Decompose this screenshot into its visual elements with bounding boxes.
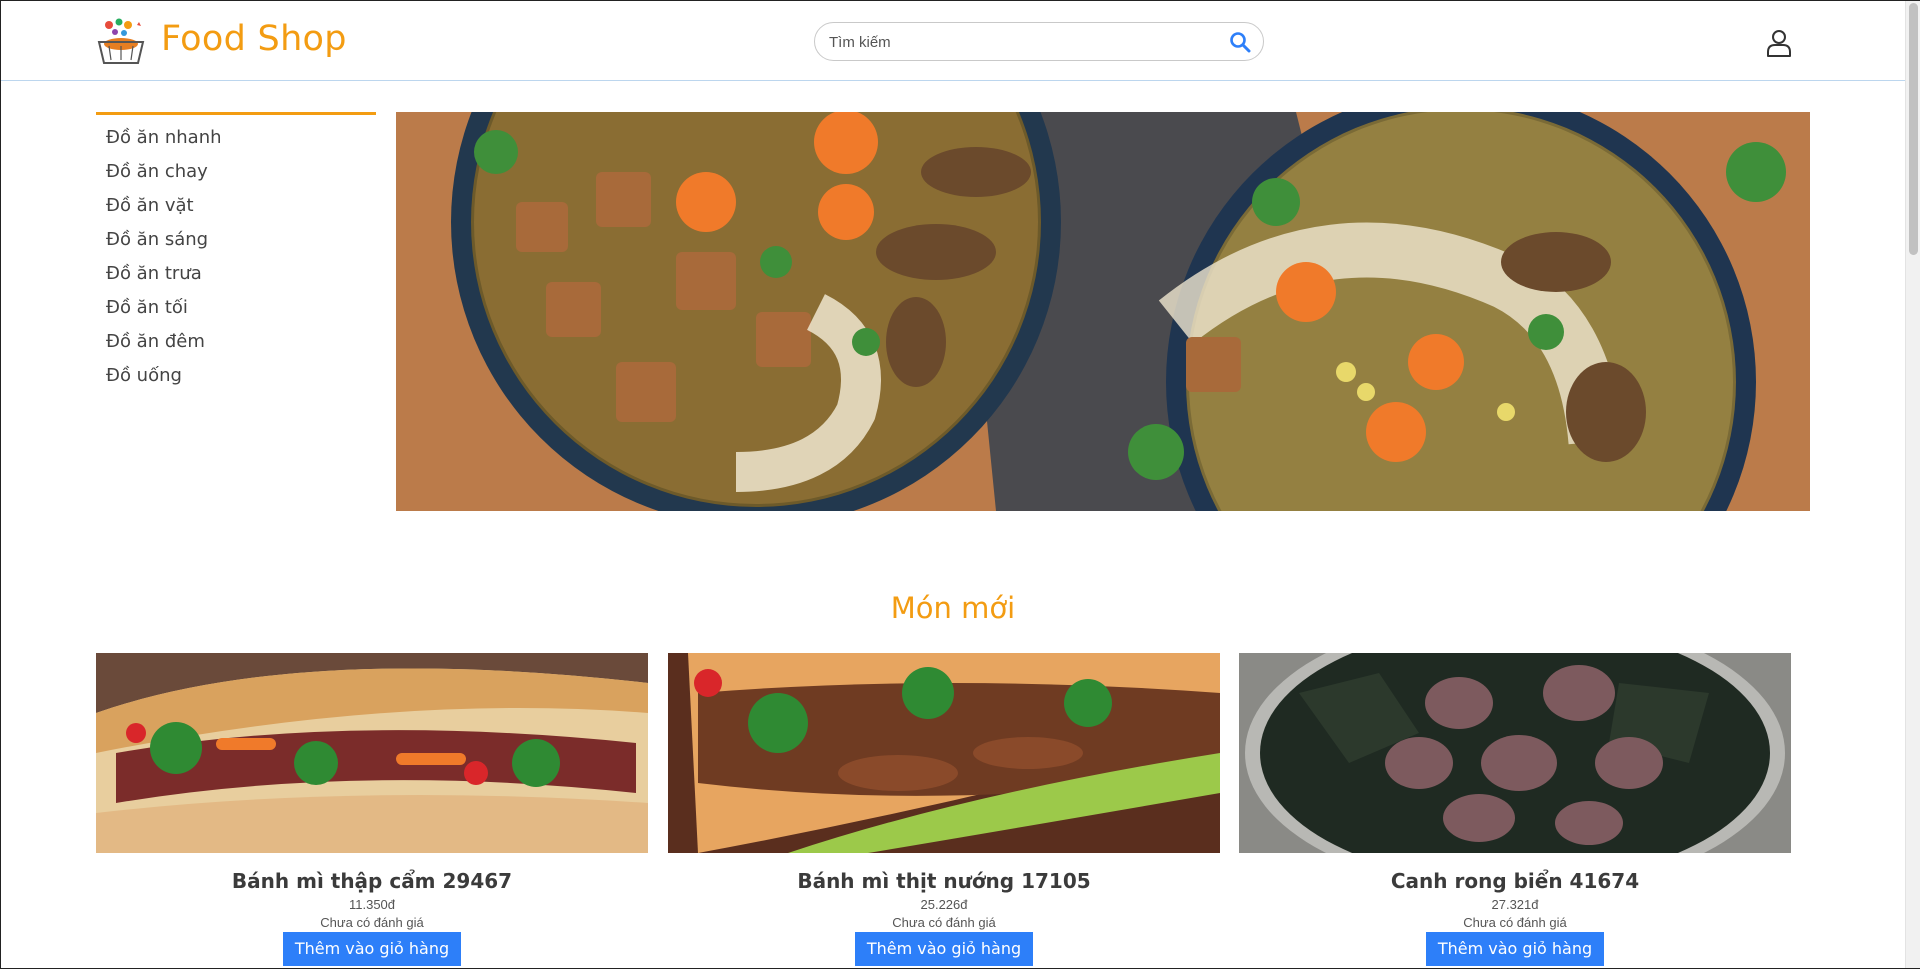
sidebar-item-fast-food[interactable]: Đồ ăn nhanh <box>96 121 376 155</box>
sidebar-item-snacks[interactable]: Đồ ăn vặt <box>96 189 376 223</box>
product-card: Bánh mì thịt nướng 17105 25.226đ Chưa có… <box>668 653 1220 966</box>
add-to-cart-button[interactable]: Thêm vào giỏ hàng <box>855 932 1033 966</box>
header: Food Shop <box>1 1 1905 81</box>
product-name[interactable]: Canh rong biển 41674 <box>1239 869 1791 893</box>
search-bar <box>814 22 1264 61</box>
product-name[interactable]: Bánh mì thập cẩm 29467 <box>96 869 648 893</box>
product-rating: Chưa có đánh giá <box>320 915 424 930</box>
food-basket-logo[interactable] <box>95 16 147 66</box>
sidebar-item-dinner[interactable]: Đồ ăn tối <box>96 291 376 325</box>
add-to-cart-button[interactable]: Thêm vào giỏ hàng <box>283 932 461 966</box>
scrollbar-thumb[interactable] <box>1909 3 1918 255</box>
sidebar-item-breakfast[interactable]: Đồ ăn sáng <box>96 223 376 257</box>
product-price: 25.226đ <box>920 897 968 912</box>
product-name[interactable]: Bánh mì thịt nướng 17105 <box>668 869 1220 893</box>
sidebar-item-late-night[interactable]: Đồ ăn đêm <box>96 325 376 359</box>
product-price: 11.350đ <box>348 897 396 912</box>
product-image[interactable] <box>96 653 648 853</box>
page: Food Shop Đồ ăn nhanh Đồ ăn chay Đồ ăn v… <box>0 0 1920 969</box>
product-card: Bánh mì thập cẩm 29467 11.350đ Chưa có đ… <box>96 653 648 966</box>
product-image[interactable] <box>668 653 1220 853</box>
product-card: Canh rong biển 41674 27.321đ Chưa có đán… <box>1239 653 1791 966</box>
banner-image <box>396 112 1810 511</box>
product-rating: Chưa có đánh giá <box>892 915 996 930</box>
add-to-cart-button[interactable]: Thêm vào giỏ hàng <box>1426 932 1604 966</box>
product-price: 27.321đ <box>1491 897 1539 912</box>
brand-name[interactable]: Food Shop <box>161 19 347 59</box>
sidebar-item-vegetarian[interactable]: Đồ ăn chay <box>96 155 376 189</box>
product-rating: Chưa có đánh giá <box>1463 915 1567 930</box>
product-image[interactable] <box>1239 653 1791 853</box>
search-input[interactable] <box>829 31 1209 53</box>
section-title: Món mới <box>890 591 1016 625</box>
sidebar-item-lunch[interactable]: Đồ ăn trưa <box>96 257 376 291</box>
category-sidebar: Đồ ăn nhanh Đồ ăn chay Đồ ăn vặt Đồ ăn s… <box>96 112 376 393</box>
user-icon[interactable] <box>1766 29 1792 57</box>
search-icon[interactable] <box>1229 31 1251 53</box>
sidebar-item-drinks[interactable]: Đồ uống <box>96 359 376 393</box>
page-scrollbar[interactable] <box>1905 1 1920 968</box>
